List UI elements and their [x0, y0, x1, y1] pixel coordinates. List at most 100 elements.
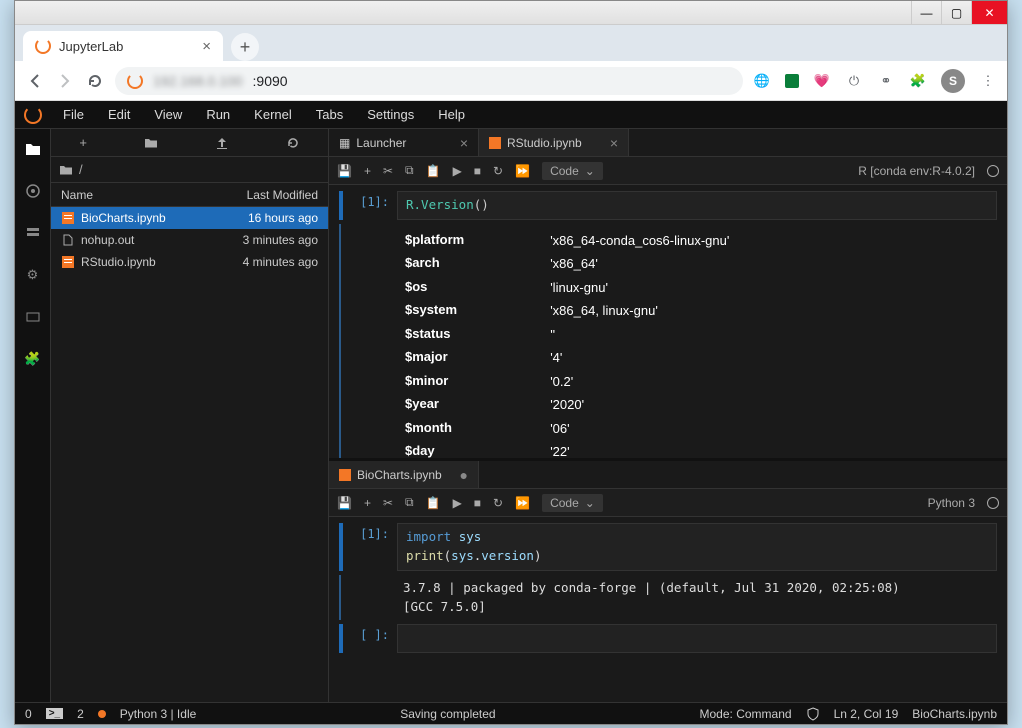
forward-button[interactable] [55, 71, 75, 91]
filebrowser-tab-icon[interactable] [23, 139, 43, 159]
upload-button[interactable] [215, 136, 229, 150]
restart-button[interactable]: ↻ [493, 496, 503, 510]
notebook-icon [61, 255, 75, 269]
main-menu: File Edit View Run Kernel Tabs Settings … [51, 102, 477, 127]
notebook-lower[interactable]: [1]: import sysprint(sys.version) 3.7.8 … [329, 517, 1007, 702]
restart-run-button[interactable]: ⏩ [515, 164, 530, 178]
tab-rstudio[interactable]: RStudio.ipynb × [479, 129, 629, 156]
tab-launcher[interactable]: ▦ Launcher × [329, 129, 479, 156]
run-button[interactable]: ▶ [453, 496, 462, 510]
notebook-icon [339, 469, 351, 481]
cell-input[interactable] [397, 624, 997, 653]
menu-view[interactable]: View [142, 102, 194, 127]
status-saving: Saving completed [400, 707, 495, 721]
run-button[interactable]: ▶ [453, 164, 462, 178]
kebab-menu[interactable]: ⋮ [979, 72, 997, 90]
shield-icon[interactable] [806, 707, 820, 721]
power-icon[interactable]: ⏻ [845, 72, 863, 90]
new-launcher-button[interactable]: + [79, 135, 87, 150]
status-cursor[interactable]: Ln 2, Col 19 [834, 707, 899, 721]
breadcrumb[interactable]: / [51, 157, 328, 183]
tab-biocharts[interactable]: BioCharts.ipynb ● [329, 461, 479, 488]
commands-tab-icon[interactable] [23, 223, 43, 243]
cell-prompt: [1]: [347, 191, 397, 220]
status-item[interactable]: 0 [25, 707, 32, 721]
restart-run-button[interactable]: ⏩ [515, 496, 530, 510]
tabs-tab-icon[interactable] [23, 307, 43, 327]
header-modified[interactable]: Last Modified [247, 188, 318, 202]
menu-run[interactable]: Run [194, 102, 242, 127]
cell-input[interactable]: R.Version() [397, 191, 997, 220]
reload-button[interactable] [85, 71, 105, 91]
link-icon[interactable]: ⚭ [877, 72, 895, 90]
menu-help[interactable]: Help [426, 102, 477, 127]
paste-button[interactable]: 📋 [426, 496, 441, 510]
close-window-button[interactable]: ✕ [971, 1, 1007, 24]
maximize-button[interactable]: ▢ [941, 1, 971, 24]
menu-edit[interactable]: Edit [96, 102, 142, 127]
cut-button[interactable]: ✂ [383, 496, 393, 510]
file-row[interactable]: BioCharts.ipynb 16 hours ago [51, 207, 328, 229]
status-item[interactable]: 2 [77, 707, 84, 721]
code-cell[interactable]: [1]: import sysprint(sys.version) [339, 523, 997, 571]
stop-button[interactable]: ■ [474, 164, 481, 178]
copy-button[interactable]: ⧉ [405, 163, 414, 178]
menu-settings[interactable]: Settings [355, 102, 426, 127]
stop-button[interactable]: ■ [474, 496, 481, 510]
status-kernel[interactable]: Python 3 | Idle [120, 707, 197, 721]
close-icon[interactable]: × [610, 135, 618, 151]
copy-button[interactable]: ⧉ [405, 495, 414, 510]
save-button[interactable]: 💾 [337, 164, 352, 178]
add-cell-button[interactable]: + [364, 496, 371, 510]
menu-file[interactable]: File [51, 102, 96, 127]
url-host-redacted: 192.168.0.100 [153, 73, 243, 89]
menu-tabs[interactable]: Tabs [304, 102, 355, 127]
jupyter-logo[interactable] [15, 106, 51, 124]
restart-button[interactable]: ↻ [493, 164, 503, 178]
menu-kernel[interactable]: Kernel [242, 102, 304, 127]
header-name[interactable]: Name [61, 188, 93, 202]
ext-icon-1[interactable] [785, 74, 799, 88]
cell-gutter [339, 624, 343, 653]
browser-tab-active[interactable]: JupyterLab × [23, 31, 223, 61]
add-cell-button[interactable]: + [364, 164, 371, 178]
globe-icon[interactable]: 🌐 [753, 72, 771, 90]
jupyterlab-app: File Edit View Run Kernel Tabs Settings … [15, 101, 1007, 724]
paste-button[interactable]: 📋 [426, 164, 441, 178]
file-row[interactable]: RStudio.ipynb 4 minutes ago [51, 251, 328, 273]
kernel-name[interactable]: Python 3 [928, 496, 975, 510]
status-file[interactable]: BioCharts.ipynb [912, 707, 997, 721]
address-bar[interactable]: 192.168.0.100 :9090 [115, 67, 743, 95]
refresh-button[interactable] [286, 136, 300, 150]
cell-output: $platform'x86_64-conda_cos6-linux-gnu'$a… [395, 224, 997, 459]
jupyter-main: ⚙ 🧩 + / Name Last Modified [15, 129, 1007, 702]
new-folder-button[interactable] [144, 136, 158, 150]
kernel-name[interactable]: R [conda env:R-4.0.2] [858, 164, 975, 178]
celltype-select[interactable]: Code ⌄ [542, 162, 603, 180]
profile-avatar[interactable]: S [941, 69, 965, 93]
back-button[interactable] [25, 71, 45, 91]
cut-button[interactable]: ✂ [383, 164, 393, 178]
minimize-button[interactable]: — [911, 1, 941, 24]
running-tab-icon[interactable] [23, 181, 43, 201]
close-icon[interactable]: × [460, 135, 468, 151]
save-button[interactable]: 💾 [337, 496, 352, 510]
new-tab-button[interactable]: + [231, 33, 259, 61]
url-port: :9090 [253, 73, 288, 89]
notebook-upper[interactable]: [1]: R.Version() $platform'x86_64-conda_… [329, 185, 1007, 458]
puzzle-icon[interactable]: 🧩 [909, 72, 927, 90]
cell-input[interactable]: import sysprint(sys.version) [397, 523, 997, 571]
file-row[interactable]: nohup.out 3 minutes ago [51, 229, 328, 251]
file-name: RStudio.ipynb [81, 255, 156, 269]
terminal-icon[interactable]: >_ [46, 708, 63, 719]
celltype-select[interactable]: Code ⌄ [542, 494, 603, 512]
property-tab-icon[interactable]: ⚙ [23, 265, 43, 285]
status-mode[interactable]: Mode: Command [700, 707, 792, 721]
dirty-indicator[interactable]: ● [460, 467, 468, 483]
ext-icon-2[interactable]: 💗 [813, 72, 831, 90]
code-cell[interactable]: [1]: R.Version() [339, 191, 997, 220]
close-tab-button[interactable]: × [202, 38, 211, 55]
file-browser: + / Name Last Modified BioCharts.ipynb [51, 129, 329, 702]
extensions-tab-icon[interactable]: 🧩 [23, 349, 43, 369]
code-cell-empty[interactable]: [ ]: [339, 624, 997, 653]
